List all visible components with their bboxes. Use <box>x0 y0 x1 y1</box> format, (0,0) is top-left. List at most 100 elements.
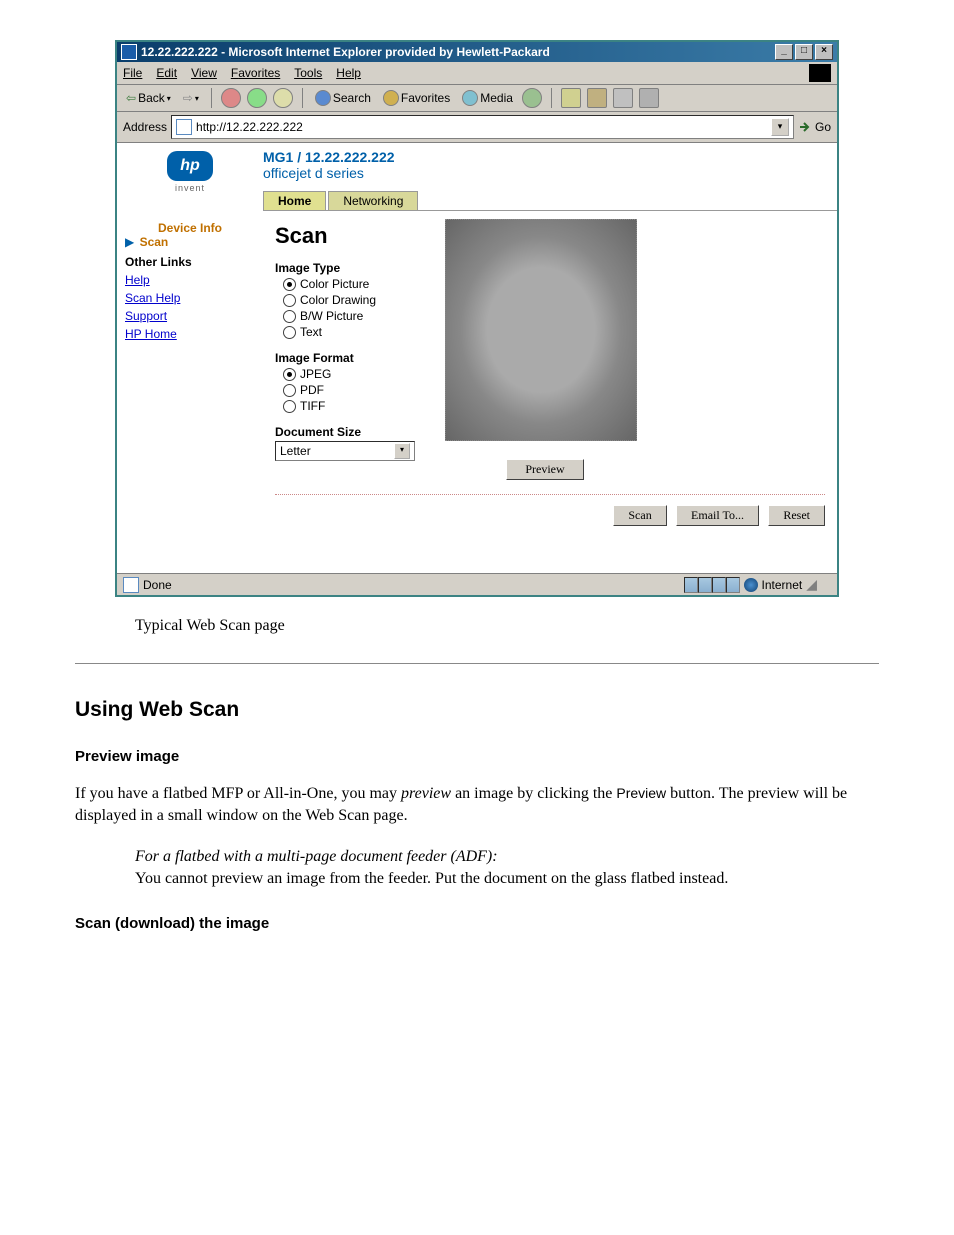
tab-home[interactable]: Home <box>263 191 326 210</box>
hp-brand: hp invent <box>117 143 263 211</box>
arrow-icon: ▶ <box>125 235 134 249</box>
maximize-button[interactable]: □ <box>795 44 813 60</box>
status-text: Done <box>143 578 172 592</box>
preview-paragraph: If you have a flatbed MFP or All-in-One,… <box>75 783 879 826</box>
print-icon[interactable] <box>587 88 607 108</box>
window-title: 12.22.222.222 - Microsoft Internet Explo… <box>141 45 550 59</box>
close-button[interactable]: × <box>815 44 833 60</box>
adf-note: For a flatbed with a multi-page document… <box>135 846 819 889</box>
adf-note-body: You cannot preview an image from the fee… <box>135 870 728 887</box>
statusbar: Done Internet ◢ <box>117 573 837 595</box>
radio-tiff[interactable]: TIFF <box>283 399 415 413</box>
hp-invent-tag: invent <box>175 183 205 193</box>
address-url: http://12.22.222.222 <box>196 120 767 134</box>
ie-window: 12.22.222.222 - Microsoft Internet Explo… <box>115 40 839 597</box>
back-label: Back <box>138 91 165 105</box>
sidebar-scan-row[interactable]: ▶ Scan <box>125 235 255 249</box>
menu-favorites[interactable]: Favorites <box>231 66 280 80</box>
image-type-label: Image Type <box>275 261 415 275</box>
refresh-icon[interactable] <box>247 88 267 108</box>
divider <box>75 663 879 664</box>
menu-tools[interactable]: Tools <box>294 66 322 80</box>
toolbar: ⇦ Back ▾ ⇨▾ Search Favorites Media <box>117 85 837 112</box>
media-icon <box>462 90 478 106</box>
minimize-button[interactable]: _ <box>775 44 793 60</box>
progress-cells <box>684 577 740 593</box>
action-row: Scan Email To... Reset <box>275 494 825 526</box>
scan-heading: Scan <box>275 223 415 249</box>
page-icon <box>176 119 192 135</box>
device-title: MG1 / 12.22.222.222 <box>263 149 837 165</box>
email-to-button[interactable]: Email To... <box>676 505 759 526</box>
search-icon <box>315 90 331 106</box>
status-page-icon <box>123 577 139 593</box>
sidebar-device-info[interactable]: Device Info <box>125 221 255 235</box>
sidebar-link-hp-home[interactable]: HP Home <box>125 327 255 341</box>
discuss-icon[interactable] <box>639 88 659 108</box>
menu-help[interactable]: Help <box>336 66 361 80</box>
star-icon <box>383 90 399 106</box>
ie-page-icon <box>121 44 137 60</box>
windows-flag-icon <box>809 64 831 82</box>
addressbar: Address http://12.22.222.222 ▾ Go <box>117 112 837 143</box>
chevron-down-icon: ▾ <box>394 443 410 459</box>
sidebar-other-links: Other Links <box>125 255 255 269</box>
document-size-value: Letter <box>280 444 311 458</box>
menubar: File Edit View Favorites Tools Help <box>117 62 837 85</box>
scan-panel: Scan Image Type Color Picture Color Draw… <box>263 211 837 573</box>
sidebar-scan: Scan <box>140 235 169 249</box>
internet-zone-icon <box>744 578 758 592</box>
radio-icon <box>283 326 296 339</box>
radio-icon <box>283 310 296 323</box>
radio-color-picture[interactable]: Color Picture <box>283 277 415 291</box>
home-icon[interactable] <box>273 88 293 108</box>
document-size-label: Document Size <box>275 425 415 439</box>
adf-note-heading: For a flatbed with a multi-page document… <box>135 848 498 865</box>
favorites-button[interactable]: Favorites <box>380 89 453 107</box>
go-icon <box>798 120 812 134</box>
radio-icon <box>283 368 296 381</box>
subsection-preview: Preview image <box>75 748 879 765</box>
media-button[interactable]: Media <box>459 89 516 107</box>
radio-icon <box>283 400 296 413</box>
radio-pdf[interactable]: PDF <box>283 383 415 397</box>
history-icon[interactable] <box>522 88 542 108</box>
zone-text: Internet <box>762 578 803 592</box>
radio-text[interactable]: Text <box>283 325 415 339</box>
menu-view[interactable]: View <box>191 66 217 80</box>
radio-bw-picture[interactable]: B/W Picture <box>283 309 415 323</box>
address-dropdown[interactable]: ▾ <box>771 118 789 136</box>
sidebar-link-support[interactable]: Support <box>125 309 255 323</box>
radio-icon <box>283 384 296 397</box>
address-label: Address <box>123 120 167 134</box>
reset-button[interactable]: Reset <box>768 505 825 526</box>
go-button[interactable]: Go <box>798 120 831 134</box>
sidebar: Device Info ▶ Scan Other Links Help Scan… <box>117 211 263 573</box>
tabs: Home Networking <box>263 191 837 211</box>
scan-button[interactable]: Scan <box>613 505 666 526</box>
back-button[interactable]: ⇦ Back ▾ <box>123 90 174 106</box>
forward-button[interactable]: ⇨▾ <box>180 90 202 106</box>
radio-color-drawing[interactable]: Color Drawing <box>283 293 415 307</box>
menu-edit[interactable]: Edit <box>156 66 177 80</box>
menu-file[interactable]: File <box>123 66 142 80</box>
mail-icon[interactable] <box>561 88 581 108</box>
preview-button[interactable]: Preview <box>506 459 583 480</box>
sidebar-link-help[interactable]: Help <box>125 273 255 287</box>
document-size-select[interactable]: Letter ▾ <box>275 441 415 461</box>
radio-icon <box>283 294 296 307</box>
radio-icon <box>283 278 296 291</box>
titlebar: 12.22.222.222 - Microsoft Internet Explo… <box>117 42 837 62</box>
device-series: officejet d series <box>263 165 837 181</box>
section-heading: Using Web Scan <box>75 698 879 722</box>
subsection-scan-download: Scan (download) the image <box>75 915 879 932</box>
tab-networking[interactable]: Networking <box>328 191 418 210</box>
address-input[interactable]: http://12.22.222.222 ▾ <box>171 115 794 139</box>
edit-icon[interactable] <box>613 88 633 108</box>
radio-jpeg[interactable]: JPEG <box>283 367 415 381</box>
page-content: hp invent MG1 / 12.22.222.222 officejet … <box>117 143 837 573</box>
search-button[interactable]: Search <box>312 89 374 107</box>
stop-icon[interactable] <box>221 88 241 108</box>
sidebar-link-scan-help[interactable]: Scan Help <box>125 291 255 305</box>
preview-image <box>445 219 637 441</box>
